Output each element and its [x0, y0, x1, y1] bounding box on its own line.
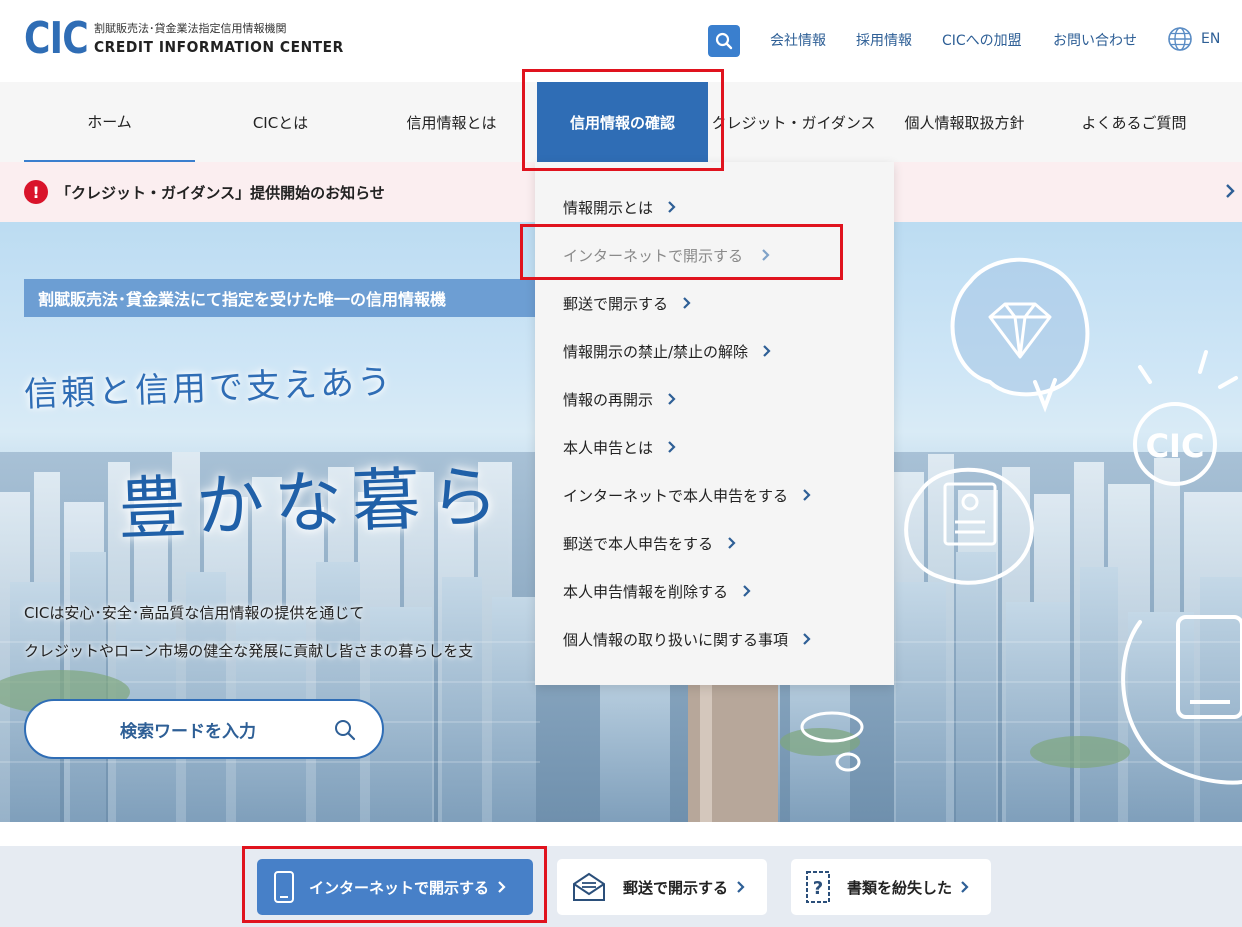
chevron-right-icon — [1226, 184, 1235, 198]
nav-privacy-policy[interactable]: 個人情報取扱方針 — [879, 82, 1050, 162]
chevron-right-icon — [743, 585, 751, 597]
logo-text: 割賦販売法･貸金業法指定信用情報機関 CREDIT INFORMATION CE… — [94, 21, 366, 57]
quick-link-mail-disclosure[interactable]: 郵送で開示する — [557, 859, 767, 915]
hero-search-input[interactable]: 検索ワードを入力 — [24, 699, 384, 759]
question-document-icon: ? — [806, 871, 830, 903]
dropdown-item-personal-info-handling[interactable]: 個人情報の取り扱いに関する事項 — [563, 625, 812, 653]
chevron-right-icon — [737, 881, 745, 893]
header-search-button[interactable] — [708, 25, 740, 57]
chevron-right-icon — [683, 297, 691, 309]
dropdown-item-label: 情報開示とは — [563, 198, 654, 217]
dropdown-item-label: 本人申告情報を削除する — [563, 582, 729, 601]
chevron-right-icon — [728, 537, 736, 549]
dropdown-item-internet-self-declaration[interactable]: インターネットで本人申告をする — [563, 481, 812, 509]
hero-description-line1: CICは安心･安全･高品質な信用情報の提供を通じて — [24, 604, 365, 622]
nav-credit-info[interactable]: 信用情報とは — [366, 82, 537, 162]
alert-icon: ! — [24, 180, 48, 204]
link-recruit[interactable]: 採用情報 — [856, 30, 912, 50]
global-nav: ホーム CICとは 信用情報とは 信用情報の確認 クレジット・ガイダンス 個人情… — [0, 82, 1242, 162]
dropdown-item-mail-disclosure[interactable]: 郵送で開示する — [563, 289, 692, 317]
logo-subtitle: 割賦販売法･貸金業法指定信用情報機関 — [94, 22, 287, 35]
chevron-right-icon — [498, 881, 506, 893]
dropdown-item-redisclosure[interactable]: 情報の再開示 — [563, 385, 677, 413]
link-membership[interactable]: CICへの加盟 — [942, 30, 1022, 50]
language-switch[interactable]: EN — [1167, 26, 1220, 52]
chevron-right-icon — [668, 201, 676, 213]
illustration-cic-text: CIC — [1146, 427, 1205, 465]
chevron-right-icon — [668, 441, 676, 453]
chevron-right-icon — [803, 489, 811, 501]
quick-link-lost-documents[interactable]: ? 書類を紛失した — [791, 859, 991, 915]
site-logo[interactable]: CIC 割賦販売法･貸金業法指定信用情報機関 CREDIT INFORMATIO… — [24, 16, 366, 62]
dropdown-item-mail-self-declaration[interactable]: 郵送で本人申告をする — [563, 529, 737, 557]
link-company-info[interactable]: 会社情報 — [770, 30, 826, 50]
dropdown-item-label: 個人情報の取り扱いに関する事項 — [563, 630, 789, 649]
smartphone-icon — [274, 871, 294, 903]
quick-link-label: インターネットで開示する — [309, 878, 490, 897]
dropdown-item-internet-disclosure[interactable]: インターネットで開示する — [563, 241, 771, 269]
nav-about-cic[interactable]: CICとは — [195, 82, 366, 162]
chevron-right-icon — [803, 633, 811, 645]
dropdown-item-label: 郵送で本人申告をする — [563, 534, 714, 553]
nav-credit-guidance[interactable]: クレジット・ガイダンス — [708, 82, 879, 162]
chevron-right-icon — [763, 345, 771, 357]
link-contact[interactable]: お問い合わせ — [1053, 30, 1137, 50]
dropdown-item-disclosure-about[interactable]: 情報開示とは — [563, 193, 677, 221]
dropdown-item-label: 情報の再開示 — [563, 390, 654, 409]
language-label: EN — [1201, 31, 1221, 47]
nav-faq[interactable]: よくあるご質問 — [1050, 82, 1218, 162]
chevron-right-icon — [762, 249, 770, 261]
dropdown-item-label: インターネットで開示する — [563, 246, 744, 265]
globe-icon — [1168, 27, 1192, 51]
quick-link-label: 郵送で開示する — [623, 878, 729, 897]
notice-text: 「クレジット・ガイダンス」提供開始のお知らせ — [56, 184, 385, 202]
dropdown-item-disclosure-ban[interactable]: 情報開示の禁止/禁止の解除 — [563, 337, 772, 365]
quick-links-bar: インターネットで開示する 郵送で開示する ? 書類を紛失した — [0, 846, 1242, 927]
svg-text:?: ? — [813, 878, 823, 899]
hero-search-placeholder: 検索ワードを入力 — [120, 721, 256, 742]
search-icon — [715, 32, 733, 50]
hero-title: 豊かな暮ら — [116, 457, 510, 550]
dropdown-item-self-declaration-about[interactable]: 本人申告とは — [563, 433, 677, 461]
nav-home[interactable]: ホーム — [24, 82, 195, 162]
hero-badge: 割賦販売法･貸金業法にて指定を受けた唯一の信用情報機 — [24, 279, 544, 317]
dropdown-item-label: 情報開示の禁止/禁止の解除 — [563, 342, 749, 361]
dropdown-item-delete-self-declaration[interactable]: 本人申告情報を削除する — [563, 577, 752, 605]
dropdown-item-label: インターネットで本人申告をする — [563, 486, 789, 505]
envelope-icon — [573, 872, 605, 901]
logo-mark: CIC — [24, 13, 89, 64]
chevron-right-icon — [668, 393, 676, 405]
quick-link-label: 書類を紛失した — [847, 878, 953, 897]
check-credit-info-dropdown: 情報開示とは インターネットで開示する 郵送で開示する 情報開示の禁止/禁止の解… — [535, 162, 894, 685]
site-header: CIC 割賦販売法･貸金業法指定信用情報機関 CREDIT INFORMATIO… — [0, 0, 1242, 82]
nav-check-credit-info[interactable]: 信用情報の確認 — [537, 82, 708, 162]
logo-title: CREDIT INFORMATION CENTER — [94, 38, 344, 56]
quick-link-internet-disclosure[interactable]: インターネットで開示する — [257, 859, 533, 915]
chevron-right-icon — [961, 881, 969, 893]
dropdown-item-label: 本人申告とは — [563, 438, 654, 457]
hero-description-line2: クレジットやローン市場の健全な発展に貢献し皆さまの暮らしを支 — [24, 642, 474, 660]
dropdown-item-label: 郵送で開示する — [563, 294, 669, 313]
search-icon[interactable] — [332, 717, 358, 743]
